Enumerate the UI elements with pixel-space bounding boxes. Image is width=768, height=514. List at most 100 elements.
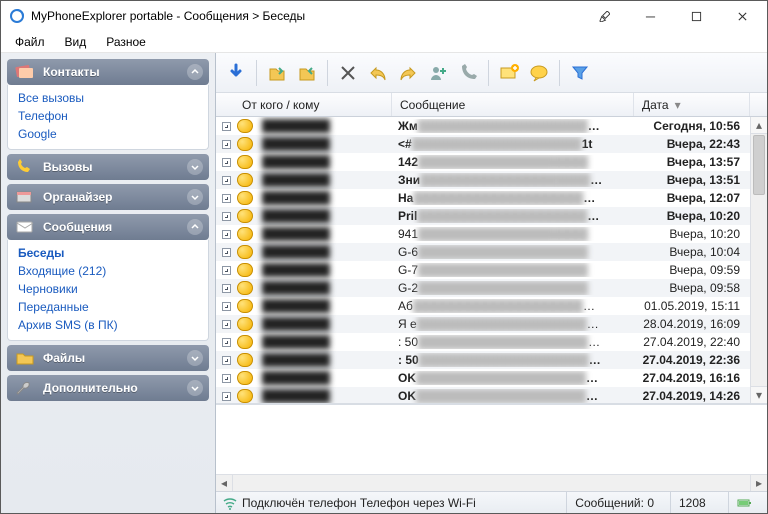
expand-icon[interactable] [216,158,234,167]
cell-message: OK████████████████████… [392,389,634,403]
close-button[interactable] [719,1,765,31]
expand-icon[interactable] [216,392,234,401]
panel-organizer-header[interactable]: Органайзер [7,184,209,210]
horizontal-scrollbar[interactable]: ◂ ▸ [216,474,767,491]
message-bubble-icon [234,191,256,205]
sidebar-item-conversations[interactable]: Беседы [18,244,198,262]
panel-contacts-header[interactable]: Контакты [7,59,209,85]
forward-button[interactable] [394,59,422,87]
sidebar-item[interactable]: Google [18,125,198,143]
table-row[interactable]: ████████<#████████████████████1tВчера, 2… [216,135,750,153]
cell-message: Аб████████████████████… [392,299,634,313]
panel-calls-header[interactable]: Вызовы [7,154,209,180]
cell-from: ████████ [256,119,392,133]
expand-icon[interactable] [216,374,234,383]
sidebar-item-drafts[interactable]: Черновики [18,280,198,298]
table-row[interactable]: ████████Я е████████████████████…28.04.20… [216,315,750,333]
panel-messages-header[interactable]: Сообщения [7,214,209,240]
chevron-up-icon [187,219,203,235]
table-row[interactable]: ████████Аб████████████████████…01.05.201… [216,297,750,315]
sidebar-item-inbox[interactable]: Входящие (212) [18,262,198,280]
scroll-left-icon[interactable]: ◂ [216,475,233,491]
table-row[interactable]: ████████: 50████████████████████…27.04.2… [216,351,750,369]
cell-date: Вчера, 12:07 [634,191,750,205]
expand-icon[interactable] [216,194,234,203]
table-row[interactable]: ████████941████████████████████Вчера, 10… [216,225,750,243]
cell-message: Зни████████████████████… [392,173,634,187]
message-bubble-icon [234,137,256,151]
expand-icon[interactable] [216,248,234,257]
col-date[interactable]: Дата▾ [634,93,750,116]
cell-date: Вчера, 10:20 [634,209,750,223]
table-row[interactable]: ████████G-6████████████████████Вчера, 10… [216,243,750,261]
expand-icon[interactable] [216,356,234,365]
chevron-up-icon [187,64,203,80]
menu-file[interactable]: Файл [7,33,53,51]
table-row[interactable]: ████████: 50████████████████████…27.04.2… [216,333,750,351]
table-row[interactable]: ████████OK████████████████████…27.04.201… [216,387,750,403]
message-bubble-icon [234,353,256,367]
menu-misc[interactable]: Разное [98,33,154,51]
cell-message: OK████████████████████… [392,371,634,385]
download-button[interactable] [222,59,250,87]
table-row[interactable]: ████████OK████████████████████…27.04.201… [216,369,750,387]
panel-files-header[interactable]: Файлы [7,345,209,371]
col-from[interactable]: От кого / кому [234,93,392,116]
vertical-scrollbar[interactable]: ▴ ▾ [750,117,767,403]
expand-icon[interactable] [216,338,234,347]
expand-icon[interactable] [216,212,234,221]
chevron-down-icon [187,159,203,175]
scroll-right-icon[interactable]: ▸ [750,475,767,491]
message-bubble-icon [234,281,256,295]
messages-icon [15,219,35,235]
panel-contacts-title: Контакты [43,65,100,79]
sidebar-item-archive[interactable]: Архив SMS (в ПК) [18,316,198,334]
status-total: 1208 [670,492,720,513]
scroll-down-icon[interactable]: ▾ [751,386,767,403]
expand-icon[interactable] [216,176,234,185]
filter-button[interactable] [566,59,594,87]
message-bubble-icon [234,119,256,133]
export-button[interactable] [293,59,321,87]
toolbar [216,53,767,93]
table-row[interactable]: ████████G-7████████████████████Вчера, 09… [216,261,750,279]
sidebar-item[interactable]: Телефон [18,107,198,125]
expand-icon[interactable] [216,140,234,149]
delete-button[interactable] [334,59,362,87]
expand-icon[interactable] [216,302,234,311]
scroll-up-icon[interactable]: ▴ [751,117,767,134]
scroll-thumb[interactable] [753,135,765,195]
expand-icon[interactable] [216,266,234,275]
cell-date: Сегодня, 10:56 [634,119,750,133]
table-row[interactable]: ████████Жм████████████████████…Сегодня, … [216,117,750,135]
call-button[interactable] [454,59,482,87]
new-message-button[interactable] [495,59,523,87]
add-contact-button[interactable] [424,59,452,87]
sidebar-item[interactable]: Все вызовы [18,89,198,107]
panel-extra-header[interactable]: Дополнительно [7,375,209,401]
table-row[interactable]: ████████Зни████████████████████…Вчера, 1… [216,171,750,189]
table-row[interactable]: ████████142████████████████████Вчера, 13… [216,153,750,171]
table-row[interactable]: ████████G-2████████████████████Вчера, 09… [216,279,750,297]
cell-from: ████████ [256,173,392,187]
minimize-button[interactable] [627,1,673,31]
import-button[interactable] [263,59,291,87]
table-row[interactable]: ████████Pril████████████████████…Вчера, … [216,207,750,225]
edit-draw-icon[interactable] [581,1,627,31]
expand-icon[interactable] [216,320,234,329]
cell-date: Вчера, 10:20 [634,227,750,241]
expand-icon[interactable] [216,284,234,293]
col-message[interactable]: Сообщение [392,93,634,116]
files-icon [15,350,35,366]
sidebar-item-sent[interactable]: Переданные [18,298,198,316]
menu-view[interactable]: Вид [57,33,95,51]
table-row[interactable]: ████████На████████████████████…Вчера, 12… [216,189,750,207]
reply-button[interactable] [364,59,392,87]
cell-date: 27.04.2019, 14:26 [634,389,750,403]
message-bubble-icon [234,317,256,331]
maximize-button[interactable] [673,1,719,31]
expand-icon[interactable] [216,122,234,131]
chat-button[interactable] [525,59,553,87]
cell-message: На████████████████████… [392,191,634,205]
expand-icon[interactable] [216,230,234,239]
